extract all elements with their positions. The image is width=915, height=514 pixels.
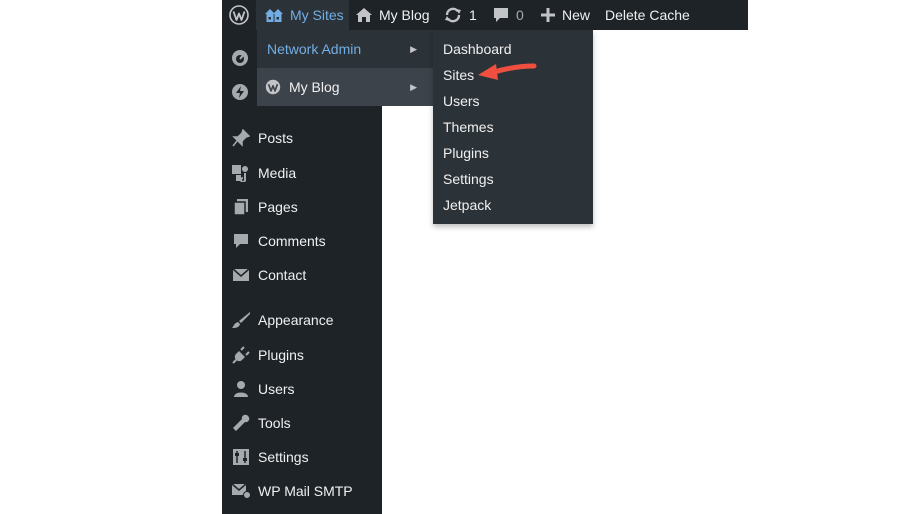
dashboard-icon[interactable]: [230, 48, 250, 68]
menu-label: Pages: [258, 199, 298, 215]
menu-users[interactable]: Users: [222, 372, 382, 406]
my-blog-label: My Blog: [379, 7, 430, 23]
menu-label: WP Mail SMTP: [258, 483, 353, 499]
my-sites-menu[interactable]: My Sites: [256, 0, 349, 30]
menu-label: Posts: [258, 130, 294, 146]
wordpress-logo-icon: [229, 5, 249, 25]
menu-pages[interactable]: Pages: [222, 190, 382, 224]
pushpin-icon: [231, 128, 251, 148]
media-icon: [231, 163, 251, 183]
menu-comments[interactable]: Comments: [222, 224, 382, 258]
admin-bar: My Sites My Blog 1 0 New Delete Cache: [222, 0, 748, 30]
submenu-jetpack[interactable]: Jetpack: [443, 192, 491, 218]
annotation-arrow-icon: [478, 63, 537, 80]
arrow-right-icon: ▶: [410, 43, 417, 54]
submenu-users[interactable]: Users: [443, 88, 480, 114]
submenu-plugins[interactable]: Plugins: [443, 140, 489, 166]
comments-menu[interactable]: 0: [492, 0, 524, 30]
arrow-right-icon: ▶: [410, 81, 417, 92]
my-sites-label: My Sites: [290, 7, 344, 23]
delete-cache-button[interactable]: Delete Cache: [605, 0, 690, 30]
menu-label: Appearance: [258, 312, 334, 328]
menu-posts[interactable]: Posts: [222, 121, 382, 155]
wp-logo-button[interactable]: [222, 0, 256, 30]
comments-count: 0: [516, 7, 524, 23]
menu-tools[interactable]: Tools: [222, 406, 382, 440]
submenu-themes[interactable]: Themes: [443, 114, 494, 140]
home-icon: [356, 8, 372, 22]
wordpress-logo-icon: [265, 79, 281, 95]
paintbrush-icon: [231, 310, 251, 330]
my-blog-label: My Blog: [289, 79, 340, 95]
user-icon: [231, 379, 251, 399]
wrench-icon: [231, 413, 251, 433]
my-blog-item[interactable]: My Blog ▶: [257, 68, 433, 106]
menu-media[interactable]: Media: [222, 156, 382, 190]
network-admin-item[interactable]: Network Admin ▶: [257, 30, 433, 68]
my-sites-dropdown: Network Admin ▶ My Blog ▶: [257, 30, 433, 106]
mail-gear-icon: [231, 481, 251, 501]
menu-label: Settings: [258, 449, 309, 465]
menu-settings[interactable]: Settings: [222, 440, 382, 474]
updates-icon: [445, 7, 461, 23]
comment-icon: [231, 231, 251, 251]
menu-plugins[interactable]: Plugins: [222, 338, 382, 372]
jetpack-icon[interactable]: [230, 82, 250, 102]
plus-icon: [541, 8, 555, 22]
menu-label: Media: [258, 165, 297, 181]
menu-label: Tools: [258, 415, 291, 431]
submenu-settings[interactable]: Settings: [443, 166, 494, 192]
comment-bubble-icon: [494, 8, 508, 22]
menu-label: Comments: [258, 233, 326, 249]
menu-wp-mail-smtp[interactable]: WP Mail SMTP: [222, 474, 382, 508]
new-label: New: [562, 7, 591, 23]
my-blog-menu[interactable]: My Blog: [355, 0, 430, 30]
menu-label: Users: [258, 381, 295, 397]
network-admin-label: Network Admin: [267, 41, 362, 57]
menu-label: Contact: [258, 267, 307, 283]
pages-icon: [231, 197, 251, 217]
updates-count: 1: [469, 7, 477, 23]
updates-menu[interactable]: 1: [443, 0, 477, 30]
submenu-sites[interactable]: Sites: [443, 62, 474, 88]
envelope-icon: [231, 265, 251, 285]
plug-icon: [231, 345, 251, 365]
menu-contact[interactable]: Contact: [222, 258, 382, 292]
my-sites-icon: [265, 9, 283, 22]
delete-cache-label: Delete Cache: [605, 7, 690, 23]
sliders-icon: [231, 447, 251, 467]
menu-appearance[interactable]: Appearance: [222, 303, 382, 337]
new-content-menu[interactable]: New: [540, 0, 590, 30]
menu-label: Plugins: [258, 347, 304, 363]
